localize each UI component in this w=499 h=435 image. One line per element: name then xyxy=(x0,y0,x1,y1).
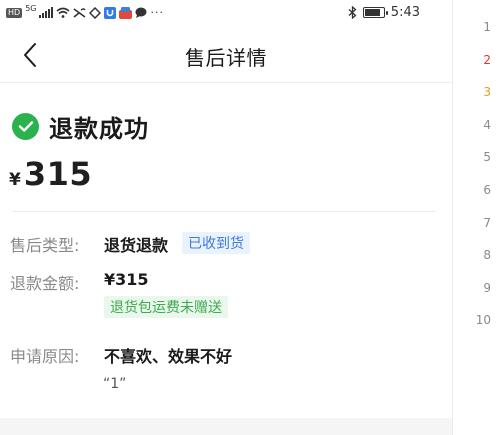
reason-label: 申请原因: xyxy=(10,347,80,366)
u-app-icon xyxy=(104,6,117,19)
ruler-number: 4 xyxy=(483,117,491,132)
aftersale-type-value: 退货退款 xyxy=(104,236,169,255)
status-bar: HD 5G ··· 5:43 xyxy=(0,0,452,28)
more-dots-icon: ··· xyxy=(150,6,164,19)
network-type: 5G xyxy=(25,4,37,13)
ruler-number: 8 xyxy=(483,248,491,263)
store-app-icon xyxy=(119,6,133,19)
ruler-number: 6 xyxy=(483,183,491,197)
reason-note: “1” xyxy=(103,376,127,392)
battery-fill xyxy=(364,9,380,16)
status-bar-right: 5:43 xyxy=(348,5,420,20)
ruler-number: 9 xyxy=(483,280,491,295)
ruler-number: 5 xyxy=(483,150,491,165)
shipping-insurance-tag: 退货包运费未赠送 xyxy=(104,296,228,318)
refund-amount-label: 退款金额: xyxy=(10,274,80,293)
ruler-number: 2 xyxy=(483,52,491,67)
page-title: 售后详情 xyxy=(185,46,267,70)
line-number-ruler: 1 2 3 4 5 6 7 8 9 10 xyxy=(452,0,499,435)
bluetooth-icon xyxy=(348,6,357,19)
received-goods-tag: 已收到货 xyxy=(182,232,250,254)
muted-icon xyxy=(73,8,87,18)
ruler-number: 3 xyxy=(483,85,491,100)
signal-icon xyxy=(39,7,54,18)
hd-badge: HD xyxy=(6,7,23,18)
currency-symbol: ¥ xyxy=(9,170,21,190)
refund-status: 退款成功 xyxy=(12,109,149,144)
check-icon xyxy=(18,121,33,132)
bottom-section-band xyxy=(0,418,452,435)
ruler-number: 7 xyxy=(483,215,491,230)
amount-value: 315 xyxy=(23,155,93,193)
refund-amount: ¥ 315 xyxy=(9,155,92,193)
check-circle-icon xyxy=(12,113,39,140)
header-divider xyxy=(0,82,452,83)
chat-icon xyxy=(135,7,147,18)
ruler-number: 10 xyxy=(475,313,491,328)
shield-app-icon xyxy=(89,6,102,19)
ruler-number: 1 xyxy=(483,20,491,34)
refund-status-text: 退款成功 xyxy=(49,115,149,143)
section-divider xyxy=(12,211,436,212)
aftersale-type-label: 售后类型: xyxy=(10,236,80,255)
battery-icon xyxy=(362,7,388,18)
nav-header: 售后详情 xyxy=(0,30,452,80)
phone-screen: HD 5G ··· 5:43 售后详情 退款成功 ¥ 315 售后类型: 退货退… xyxy=(0,0,452,435)
reason-value: 不喜欢、效果不好 xyxy=(104,347,233,366)
status-bar-left: HD 5G ··· xyxy=(6,4,164,19)
refund-amount-value: ¥315 xyxy=(104,270,149,289)
wifi-icon xyxy=(56,7,70,18)
clock: 5:43 xyxy=(390,5,420,20)
